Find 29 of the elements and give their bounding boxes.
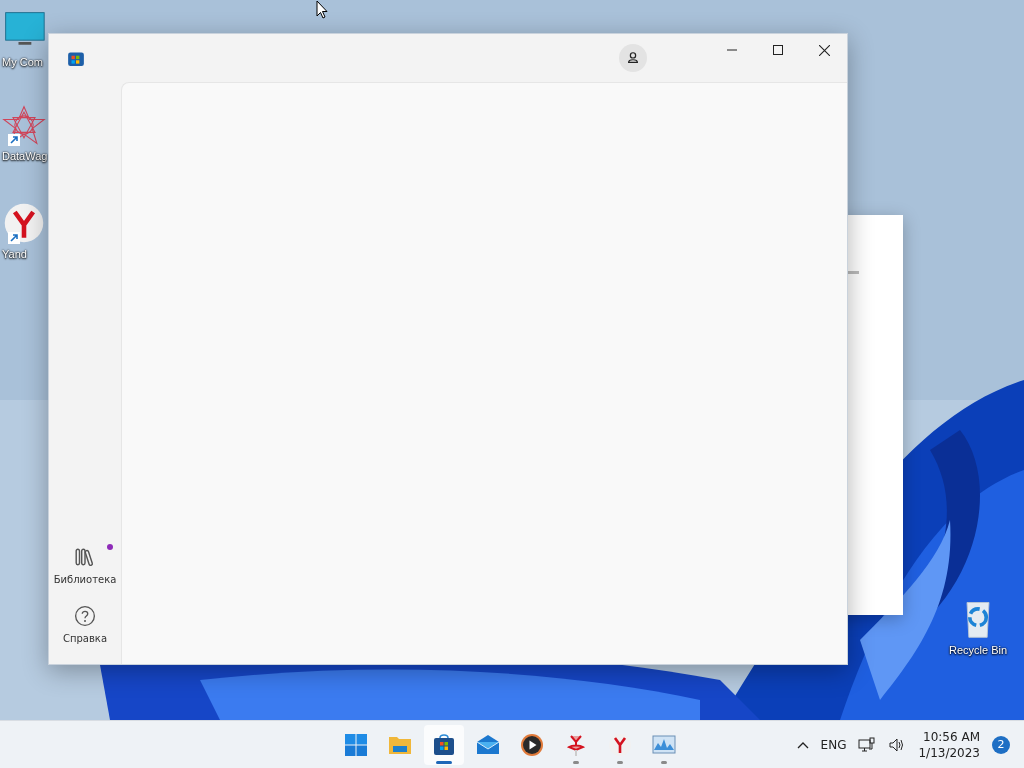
store-bag-icon xyxy=(432,732,456,757)
chevron-up-icon[interactable] xyxy=(796,740,809,749)
person-icon xyxy=(626,51,640,65)
account-button[interactable] xyxy=(619,44,647,72)
star-pattern-icon[interactable] xyxy=(2,104,46,146)
minimize-icon xyxy=(727,49,737,51)
mouse-cursor-icon xyxy=(316,0,328,20)
store-bag-icon xyxy=(67,49,85,67)
chart-monitor-icon xyxy=(652,732,676,757)
close-icon xyxy=(818,44,830,56)
browser-icon[interactable] xyxy=(2,202,46,244)
maximize-icon xyxy=(773,45,783,55)
desktop-icon-label: Recycle Bin xyxy=(948,644,1008,656)
clock-date[interactable]: 1/13/2023 xyxy=(918,744,980,761)
play-icon xyxy=(520,732,544,757)
help-icon xyxy=(74,605,96,627)
language-indicator[interactable]: ENG xyxy=(820,737,847,752)
desktop-icon-label: Yand xyxy=(2,248,27,260)
clock-time[interactable]: 10:56 AM xyxy=(923,728,980,745)
network-icon[interactable] xyxy=(858,736,877,753)
desktop-icon-label: DataWag xyxy=(2,150,48,162)
desktop-icon-label: My Com xyxy=(2,56,43,68)
envelope-icon xyxy=(476,732,500,757)
sidebar-item[interactable]: Библиотека xyxy=(49,542,121,589)
sidebar-item[interactable]: Справка xyxy=(49,601,121,648)
taskbar-app-button[interactable] xyxy=(424,724,464,765)
windows-logo-icon xyxy=(344,732,368,757)
books-icon xyxy=(74,546,96,568)
notification-count[interactable]: 2 xyxy=(992,735,1010,754)
